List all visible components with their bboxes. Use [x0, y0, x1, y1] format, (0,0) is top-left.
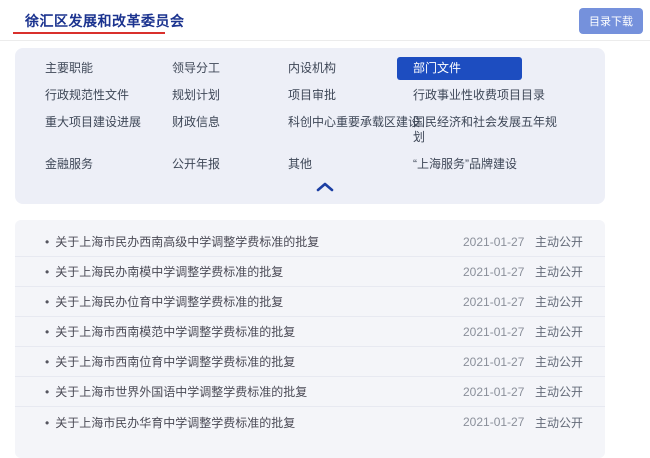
document-date: 2021-01-27 — [463, 385, 533, 399]
document-access-label: 主动公开 — [533, 353, 583, 370]
page-header: 徐汇区发展和改革委员会 目录下载 — [0, 0, 650, 41]
document-link[interactable]: 关于上海市世界外国语中学调整学费标准的批复 — [45, 383, 463, 400]
document-link[interactable]: 关于上海民办南模中学调整学费标准的批复 — [45, 263, 463, 280]
document-list: 关于上海市民办西南高级中学调整学费标准的批复2021-01-27主动公开关于上海… — [15, 220, 605, 458]
document-link[interactable]: 关于上海市民办华育中学调整学费标准的批复 — [45, 414, 463, 431]
category-menu-panel: 主要职能领导分工内设机构部门文件行政规范性文件规划计划项目审批行政事业性收费项目… — [15, 48, 605, 204]
menu-item-6[interactable]: 项目审批 — [288, 88, 413, 103]
menu-item-13[interactable]: 公开年报 — [172, 157, 288, 172]
document-date: 2021-01-27 — [463, 325, 533, 339]
menu-item-15[interactable]: “上海服务”品牌建设 — [413, 157, 565, 172]
menu-item-3-active[interactable]: 部门文件 — [397, 57, 522, 80]
table-row: 关于上海市世界外国语中学调整学费标准的批复2021-01-27主动公开 — [15, 377, 605, 407]
document-date: 2021-01-27 — [463, 415, 533, 429]
document-date: 2021-01-27 — [463, 295, 533, 309]
table-row: 关于上海市民办西南高级中学调整学费标准的批复2021-01-27主动公开 — [15, 227, 605, 257]
document-date: 2021-01-27 — [463, 235, 533, 249]
menu-item-7[interactable]: 行政事业性收费项目目录 — [413, 88, 565, 103]
collapse-menu-button[interactable] — [306, 178, 344, 197]
menu-grid: 主要职能领导分工内设机构部门文件行政规范性文件规划计划项目审批行政事业性收费项目… — [45, 61, 605, 172]
menu-item-4[interactable]: 行政规范性文件 — [45, 88, 172, 103]
page-title: 徐汇区发展和改革委员会 — [25, 11, 185, 31]
menu-item-1[interactable]: 领导分工 — [172, 61, 288, 76]
document-link[interactable]: 关于上海市西南模范中学调整学费标准的批复 — [45, 323, 463, 340]
table-row: 关于上海市民办华育中学调整学费标准的批复2021-01-27主动公开 — [15, 407, 605, 437]
document-access-label: 主动公开 — [533, 233, 583, 250]
document-date: 2021-01-27 — [463, 355, 533, 369]
menu-item-10[interactable]: 科创中心重要承载区建设 — [288, 115, 413, 130]
title-underline — [13, 32, 165, 34]
document-access-label: 主动公开 — [533, 383, 583, 400]
menu-item-5[interactable]: 规划计划 — [172, 88, 288, 103]
menu-item-0[interactable]: 主要职能 — [45, 61, 172, 76]
menu-item-11[interactable]: 国民经济和社会发展五年规划 — [413, 115, 565, 145]
document-link[interactable]: 关于上海市民办西南高级中学调整学费标准的批复 — [45, 233, 463, 250]
table-row: 关于上海民办位育中学调整学费标准的批复2021-01-27主动公开 — [15, 287, 605, 317]
download-directory-button[interactable]: 目录下载 — [579, 8, 643, 34]
chevron-up-icon — [316, 180, 334, 195]
menu-item-12[interactable]: 金融服务 — [45, 157, 172, 172]
menu-item-9[interactable]: 财政信息 — [172, 115, 288, 130]
document-date: 2021-01-27 — [463, 265, 533, 279]
menu-item-8[interactable]: 重大项目建设进展 — [45, 115, 172, 130]
table-row: 关于上海市西南模范中学调整学费标准的批复2021-01-27主动公开 — [15, 317, 605, 347]
document-link[interactable]: 关于上海市西南位育中学调整学费标准的批复 — [45, 353, 463, 370]
document-access-label: 主动公开 — [533, 414, 583, 431]
document-access-label: 主动公开 — [533, 263, 583, 280]
document-link[interactable]: 关于上海民办位育中学调整学费标准的批复 — [45, 293, 463, 310]
menu-item-14[interactable]: 其他 — [288, 157, 413, 172]
table-row: 关于上海市西南位育中学调整学费标准的批复2021-01-27主动公开 — [15, 347, 605, 377]
document-access-label: 主动公开 — [533, 323, 583, 340]
table-row: 关于上海民办南模中学调整学费标准的批复2021-01-27主动公开 — [15, 257, 605, 287]
menu-item-2[interactable]: 内设机构 — [288, 61, 413, 76]
document-access-label: 主动公开 — [533, 293, 583, 310]
